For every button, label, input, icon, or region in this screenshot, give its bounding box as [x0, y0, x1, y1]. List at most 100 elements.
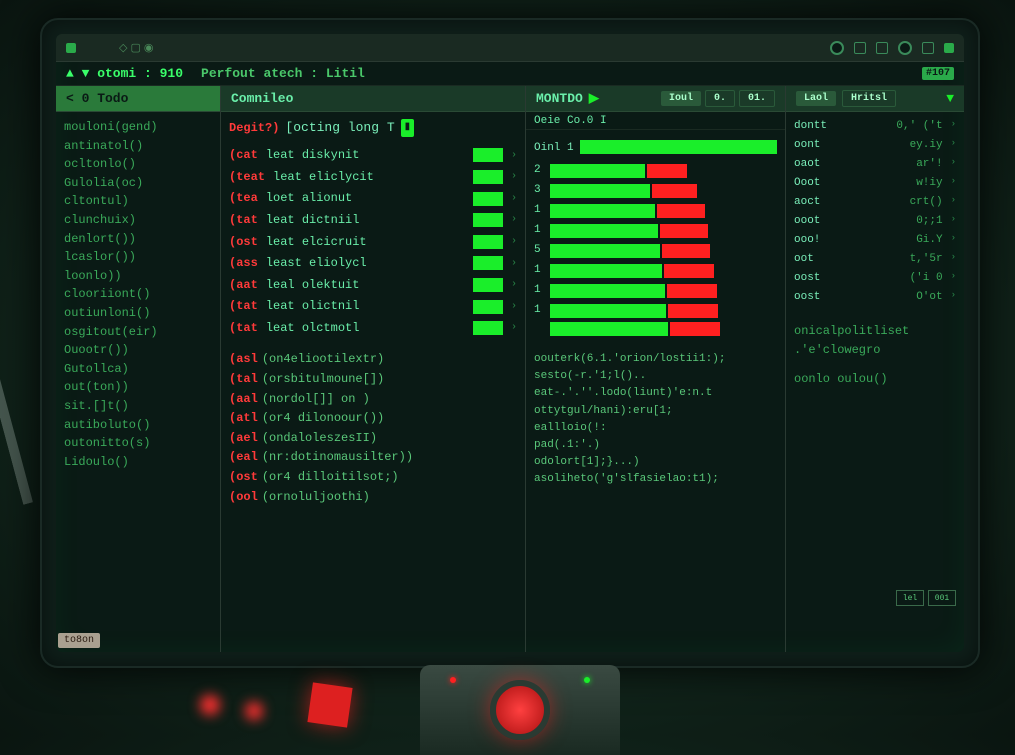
test-name: leal olektuit: [266, 276, 360, 295]
data-row[interactable]: oost ('i 0 ›: [794, 270, 956, 287]
sidebar-item[interactable]: outiunloni(): [64, 304, 212, 323]
sidebar-item[interactable]: autiboluto(): [64, 416, 212, 435]
test-name: leat diskynit: [266, 146, 360, 165]
monitor-tab[interactable]: 0.: [705, 90, 735, 107]
test-row[interactable]: (teatleat eliclycit›: [229, 168, 517, 187]
metric-id: 1: [534, 202, 548, 219]
metric-row: 5: [534, 242, 777, 259]
metric-id: 1: [534, 262, 548, 279]
call-row[interactable]: (eal(nr:dotinomausilter)): [229, 448, 517, 467]
toolbar-icon[interactable]: [830, 41, 844, 55]
status-dot-icon: [944, 43, 954, 53]
sidebar-item[interactable]: Lidoulo(): [64, 453, 212, 472]
test-row[interactable]: (ostleat elcicruit›: [229, 233, 517, 252]
call-name: (nordol[]] on ): [262, 390, 370, 409]
metric-row: 1: [534, 222, 777, 239]
row-value: ar'!: [916, 156, 942, 173]
metric-id: 2: [534, 162, 548, 179]
sidebar-item[interactable]: Ouootr()): [64, 341, 212, 360]
play-icon[interactable]: ▶: [589, 91, 599, 106]
sidebar-item[interactable]: mouloni(gend): [64, 118, 212, 137]
call-row[interactable]: (tal(orsbitulmoune[]): [229, 370, 517, 389]
data-row[interactable]: ooot0;;1›: [794, 213, 956, 230]
sidebar-item[interactable]: denlort()): [64, 230, 212, 249]
toolbar-icon[interactable]: [898, 41, 912, 55]
sidebar-item[interactable]: outonitto(s): [64, 434, 212, 453]
row-value: ey.iy: [910, 137, 943, 154]
data-row[interactable]: aoctcrt()›: [794, 194, 956, 211]
dropdown-icon[interactable]: ▼: [946, 91, 954, 106]
sidebar-item[interactable]: out(ton)): [64, 378, 212, 397]
right-tab[interactable]: Laol: [796, 91, 836, 106]
test-row[interactable]: (catleat diskynit›: [229, 146, 517, 165]
toolbar-icon[interactable]: [854, 42, 866, 54]
call-row[interactable]: (ost(or4 dilloitilsot;): [229, 468, 517, 487]
test-row[interactable]: (aatleal olektuit›: [229, 276, 517, 295]
test-name: loet alionut: [266, 189, 352, 208]
test-pass-bar: [473, 148, 503, 162]
right-tab[interactable]: Hritsl: [842, 90, 896, 107]
sidebar-item[interactable]: antinatol(): [64, 137, 212, 156]
shape-icon: ◇: [119, 41, 127, 55]
metric-id: 1: [534, 302, 548, 319]
monitor-tab[interactable]: Ioul: [661, 91, 701, 106]
toolbar-icon[interactable]: [922, 42, 934, 54]
sidebar-item[interactable]: Gulolia(oc): [64, 174, 212, 193]
sidebar-item[interactable]: clooriiont(): [64, 285, 212, 304]
chevron-right-icon: ›: [951, 194, 956, 211]
test-tag: (cat: [229, 146, 258, 165]
sidebar-item[interactable]: cltontul): [64, 192, 212, 211]
call-row[interactable]: (ael(ondaloleszesII): [229, 429, 517, 448]
log-line: oouterk(6.1.'orion/lostii1:);: [534, 351, 777, 368]
call-row[interactable]: (ool(ornoluljoothi): [229, 488, 517, 507]
row-value: ('i 0: [910, 270, 943, 287]
right-footer-item[interactable]: oonlo oulou(): [794, 370, 956, 389]
call-row[interactable]: (aal(nordol[]] on ): [229, 390, 517, 409]
hardware-controller: [420, 665, 620, 755]
running-banner: Degit?) [octing long T ▮: [229, 118, 517, 138]
test-row[interactable]: (tealoet alionut›: [229, 189, 517, 208]
test-row[interactable]: (assleast eliolycl›: [229, 254, 517, 273]
sidebar-item[interactable]: clunchuix): [64, 211, 212, 230]
metric-bar-red: [667, 284, 717, 298]
screen: ◇ ▢ ◉ ▲ ▼ otomi : 910 Perfout atech : Li…: [56, 34, 964, 652]
metric-bar-red: [652, 184, 697, 198]
data-row[interactable]: oott,'5r›: [794, 251, 956, 268]
sidebar-item[interactable]: loonlo)): [64, 267, 212, 286]
right-footer-item[interactable]: onicalpolitliset: [794, 322, 956, 341]
test-tag: (aat: [229, 276, 258, 295]
data-row[interactable]: Oootw!iy›: [794, 175, 956, 192]
sidebar-item[interactable]: lcaslor()): [64, 248, 212, 267]
data-row[interactable]: oaotar'!›: [794, 156, 956, 173]
toolbar-icon[interactable]: [876, 42, 888, 54]
mini-box[interactable]: 001: [928, 590, 956, 606]
data-row[interactable]: oontey.iy›: [794, 137, 956, 154]
mini-box[interactable]: lel: [896, 590, 924, 606]
titlebar: ◇ ▢ ◉: [56, 34, 964, 62]
test-name: least eliolycl: [266, 254, 367, 273]
data-row[interactable]: dontt0,' ('t›: [794, 118, 956, 135]
chevron-right-icon: ›: [951, 270, 956, 287]
call-row[interactable]: (atl(or4 dilonoour()): [229, 409, 517, 428]
data-row[interactable]: oostO'ot›: [794, 289, 956, 306]
test-row[interactable]: (tatleat olctmotl›: [229, 319, 517, 338]
test-row[interactable]: (tatleat dictniil›: [229, 211, 517, 230]
test-row[interactable]: (tatleat olictnil›: [229, 297, 517, 316]
window-control-icon[interactable]: [66, 43, 76, 53]
test-name: leat dictniil: [266, 211, 360, 230]
sidebar-item[interactable]: osgitout(eir): [64, 323, 212, 342]
test-name: leat olctmotl: [266, 319, 360, 338]
test-pass-bar: [473, 278, 503, 292]
sidebar-item[interactable]: Gutollca): [64, 360, 212, 379]
emergency-stop-button[interactable]: [490, 680, 550, 740]
call-row[interactable]: (asl(on4eliootilextr): [229, 350, 517, 369]
test-pass-bar: [473, 235, 503, 249]
data-row[interactable]: ooo!Gi.Y›: [794, 232, 956, 249]
status-center: Perfout atech : Litil: [201, 66, 365, 81]
right-pane: Laol Hritsl ▼ dontt0,' ('t› oontey.iy› oao…: [786, 86, 964, 652]
sidebar-item[interactable]: sit.[]t(): [64, 397, 212, 416]
row-key: oost: [794, 270, 820, 287]
monitor-tab[interactable]: 01.: [739, 90, 775, 107]
right-footer-item[interactable]: .'e'clowegro: [794, 341, 956, 360]
sidebar-item[interactable]: ocltonlo(): [64, 155, 212, 174]
